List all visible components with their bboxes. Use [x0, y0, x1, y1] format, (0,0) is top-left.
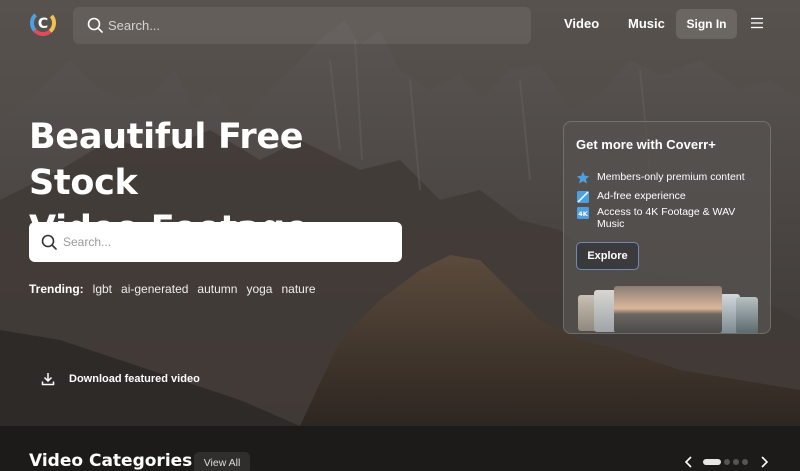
trending-tags: Trending: lgbt ai-generated autumn yoga … — [29, 282, 316, 296]
carousel-dot-active[interactable] — [703, 459, 721, 465]
4k-icon: 4K — [577, 207, 589, 219]
download-icon — [41, 373, 55, 386]
promo-title: Get more with Coverr+ — [576, 137, 716, 152]
chevron-right-icon[interactable] — [759, 455, 769, 469]
trending-tag[interactable]: nature — [281, 282, 315, 296]
promo-feature-text: Ad-free experience — [597, 190, 686, 202]
svg-text:C: C — [38, 16, 48, 32]
preview-thumbnail — [736, 297, 758, 333]
carousel-dot[interactable] — [724, 459, 730, 465]
hamburger-menu-icon[interactable] — [750, 17, 764, 29]
top-navigation-bar: C Video Music Sign In — [0, 0, 800, 48]
download-featured-video-button[interactable]: Download featured video — [41, 372, 200, 386]
star-badge-icon — [576, 171, 590, 184]
trending-tag[interactable]: autumn — [197, 282, 237, 296]
trending-label: Trending: — [29, 282, 84, 296]
promo-feature-item: Ad-free experience — [576, 190, 686, 204]
hero-headline-line-1: Beautiful Free Stock — [29, 117, 304, 203]
promo-feature-text: Access to 4K Footage & WAV Music — [597, 206, 736, 230]
header-search-bar[interactable] — [73, 7, 531, 44]
section-title: Video Categories — [29, 451, 193, 471]
trending-tag[interactable]: yoga — [246, 282, 272, 296]
hero-search-input[interactable] — [63, 230, 383, 254]
search-icon — [87, 17, 103, 33]
search-icon — [41, 234, 57, 250]
hero-search-bar[interactable] — [29, 222, 402, 262]
trending-tag[interactable]: ai-generated — [121, 282, 188, 296]
svg-text:4K: 4K — [578, 210, 589, 218]
preview-thumbnail-featured — [614, 286, 722, 333]
nav-video-link[interactable]: Video — [564, 16, 599, 31]
carousel-dot[interactable] — [733, 459, 739, 465]
video-categories-section: Video Categories View All — [0, 426, 800, 471]
carousel-pagination — [703, 459, 748, 465]
chevron-left-icon[interactable] — [684, 455, 694, 469]
explore-button[interactable]: Explore — [576, 242, 639, 270]
nav-music-link[interactable]: Music — [628, 16, 665, 31]
header-search-input[interactable] — [108, 13, 508, 38]
sign-in-button[interactable]: Sign In — [676, 9, 737, 39]
view-all-button[interactable]: View All — [194, 452, 250, 471]
ad-free-icon — [577, 191, 589, 203]
trending-tag[interactable]: lgbt — [93, 282, 112, 296]
coverr-logo-icon[interactable]: C — [30, 10, 56, 36]
carousel-dot[interactable] — [742, 459, 748, 465]
coverr-plus-promo-card: Get more with Coverr+ Members-only premi… — [563, 121, 771, 334]
promo-feature-item: 4K Access to 4K Footage & WAV Music — [576, 206, 762, 230]
promo-feature-text: Members-only premium content — [597, 171, 745, 183]
download-featured-video-label: Download featured video — [69, 373, 200, 385]
promo-feature-item: Members-only premium content — [576, 171, 745, 185]
